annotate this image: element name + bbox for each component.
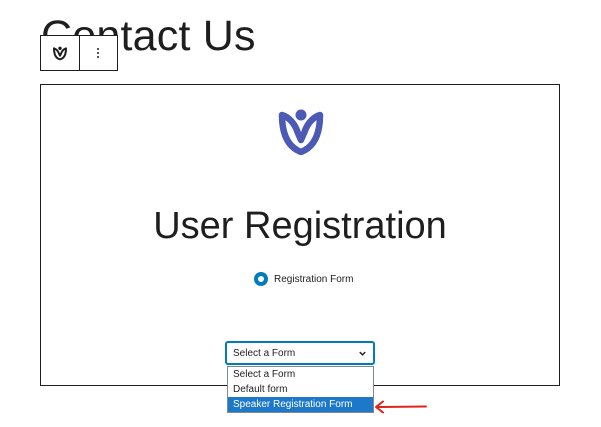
form-select[interactable]: Select a Form bbox=[226, 342, 374, 364]
chevron-down-icon bbox=[359, 351, 366, 356]
editor-canvas: Contact Us User Registration Registratio… bbox=[0, 0, 601, 427]
red-arrow-annotation-icon bbox=[375, 400, 427, 414]
dropdown-option[interactable]: Select a Form bbox=[228, 367, 373, 382]
registration-form-option[interactable]: Registration Form bbox=[254, 272, 353, 286]
more-vertical-icon bbox=[97, 48, 100, 58]
user-registration-block[interactable]: User Registration Registration Form bbox=[40, 84, 560, 386]
dropdown-option-highlighted[interactable]: Speaker Registration Form bbox=[228, 397, 373, 412]
dropdown-option[interactable]: Default form bbox=[228, 382, 373, 397]
more-options-button[interactable] bbox=[78, 36, 117, 70]
user-registration-logo-icon bbox=[52, 46, 67, 61]
block-type-button[interactable] bbox=[41, 36, 79, 70]
form-select-dropdown: Select a Form Default form Speaker Regis… bbox=[227, 366, 374, 413]
user-registration-logo-icon bbox=[278, 109, 324, 155]
block-heading: User Registration bbox=[153, 205, 447, 247]
form-select-value: Select a Form bbox=[233, 347, 296, 359]
radio-label: Registration Form bbox=[274, 273, 354, 285]
radio-selected[interactable] bbox=[254, 272, 268, 286]
block-toolbar bbox=[40, 35, 118, 71]
